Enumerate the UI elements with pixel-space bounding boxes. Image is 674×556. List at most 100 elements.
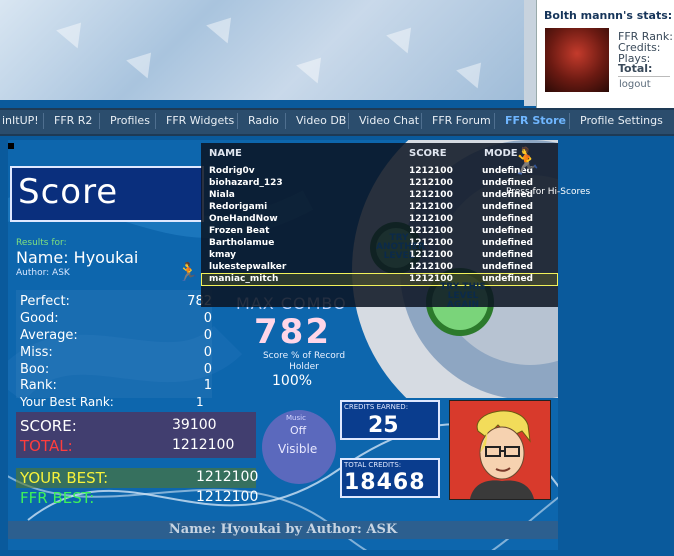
music-state: Off — [290, 424, 307, 437]
user-avatar[interactable] — [545, 28, 609, 92]
hi-score-row: biohazard_123 1212100 undefined — [201, 178, 558, 190]
rank-label: Rank: — [20, 378, 57, 393]
ffr-best-value: 1212100 — [196, 489, 259, 505]
nav-item-ffr-store[interactable]: FFR Store — [505, 114, 566, 127]
your-best-label: YOUR BEST: — [20, 469, 109, 487]
hi-score-mode: undefined — [482, 238, 533, 248]
hi-score-mode: undefined — [482, 250, 533, 260]
miss-label: Miss: — [20, 345, 53, 360]
column-header-name: NAME — [209, 148, 242, 159]
total-credits-label: TOTAL CREDITS: — [344, 461, 402, 469]
hi-score-score: 1212100 — [409, 178, 453, 188]
header-banner — [0, 0, 524, 100]
main-nav: inItUP! FFR R2 Profiles FFR Widgets Radi… — [0, 108, 674, 136]
hi-score-name: maniac_mitch — [209, 274, 279, 284]
hi-score-score: 1212100 — [409, 214, 453, 224]
user-stats-title: Bolth mannn's stats: — [544, 9, 673, 22]
hi-score-row: maniac_mitch 1212100 undefined — [201, 274, 558, 286]
nav-divider — [421, 113, 422, 129]
hi-score-row: OneHandNow 1212100 undefined — [201, 214, 558, 226]
hi-score-mode: undefined — [482, 214, 533, 224]
average-label: Average: — [20, 328, 78, 343]
rank-value: 1 — [203, 378, 212, 393]
hi-score-name: Redorigami — [209, 202, 268, 212]
miss-value: 0 — [203, 345, 212, 360]
best-rank-value: 1 — [196, 395, 204, 409]
hi-score-score: 1212100 — [409, 190, 453, 200]
hi-score-row: lukestepwalker 1212100 undefined — [201, 262, 558, 274]
results-for-label: Results for: — [16, 238, 67, 248]
footer-song-info: Name: Hyoukai by Author: ASK — [168, 522, 398, 537]
runner-icon: 🏃 — [177, 262, 200, 283]
record-pct-label: Score % of Record Holder — [262, 351, 346, 372]
total-label: Total: — [618, 62, 653, 75]
max-combo-value: 782 — [254, 312, 331, 352]
try-again-button[interactable]: TRY THIS LEVEL AGAIN — [430, 283, 496, 310]
boo-label: Boo: — [20, 362, 50, 377]
record-pct-value: 100% — [272, 373, 313, 389]
logout-link[interactable]: logout — [619, 79, 651, 90]
best-rank-label: Your Best Rank: — [20, 395, 114, 409]
nav-item-ffr-forum[interactable]: FFR Forum — [432, 114, 491, 127]
nav-item-profile-settings[interactable]: Profile Settings — [580, 114, 663, 127]
hi-score-name: kmay — [209, 250, 237, 260]
nav-divider — [569, 113, 570, 129]
nav-divider — [237, 113, 238, 129]
character-portrait — [449, 400, 551, 500]
column-header-score: SCORE — [409, 148, 447, 159]
hi-score-score: 1212100 — [409, 262, 453, 272]
nav-divider — [155, 113, 156, 129]
hi-score-row: Rodrig0v 1212100 undefined — [201, 166, 558, 178]
hi-score-name: biohazard_123 — [209, 178, 283, 188]
hi-score-score: 1212100 — [409, 166, 453, 176]
score-title: Score — [18, 172, 119, 212]
hi-scores-button[interactable]: Press for Hi-Scores — [506, 188, 590, 197]
total-credits-value: 18468 — [344, 470, 426, 495]
music-label: Music — [286, 414, 306, 422]
hi-score-name: Rodrig0v — [209, 166, 255, 176]
nav-divider — [494, 113, 495, 129]
average-value: 0 — [203, 328, 212, 343]
nav-item-profiles[interactable]: Profiles — [110, 114, 150, 127]
hi-score-mode: undefined — [482, 202, 533, 212]
good-value: 0 — [203, 311, 212, 326]
hi-score-mode: undefined — [482, 262, 533, 272]
nav-item-ffr-widgets[interactable]: FFR Widgets — [166, 114, 234, 127]
song-name: Name: Hyoukai — [16, 248, 139, 267]
hi-score-name: Frozen Beat — [209, 226, 270, 236]
hi-score-name: lukestepwalker — [209, 262, 287, 272]
hi-score-name: Niala — [209, 190, 235, 200]
hi-score-score: 1212100 — [409, 202, 453, 212]
nav-divider — [43, 113, 44, 129]
ffr-best-label: FFR BEST: — [20, 489, 95, 507]
score-value: 39100 — [172, 417, 217, 433]
hi-score-row: Redorigami 1212100 undefined — [201, 202, 558, 214]
song-author: Author: ASK — [16, 268, 70, 278]
try-another-level-button[interactable]: TRY ANOTHER LEVEL — [376, 234, 425, 261]
nav-item-video-db[interactable]: Video DB — [296, 114, 346, 127]
hi-score-mode: undefined — [482, 226, 533, 236]
nav-item-ffr-r2[interactable]: FFR R2 — [54, 114, 92, 127]
nav-divider — [285, 113, 286, 129]
nav-item-video-chat[interactable]: Video Chat — [359, 114, 419, 127]
header-spacer — [524, 0, 536, 106]
stats-divider — [618, 76, 670, 77]
corner-marker — [8, 143, 14, 149]
score-label: SCORE: — [20, 417, 77, 435]
total-value: 1212100 — [172, 437, 235, 453]
nav-divider — [99, 113, 100, 129]
credits-earned-label: CREDITS EARNED: — [344, 403, 409, 411]
your-best-value: 1212100 — [196, 469, 259, 485]
perfect-label: Perfect: — [20, 294, 70, 309]
hi-score-name: Bartholamue — [209, 238, 275, 248]
good-label: Good: — [20, 311, 59, 326]
total-label: TOTAL: — [20, 437, 73, 455]
nav-item-initup[interactable]: inItUP! — [2, 114, 39, 127]
visible-toggle[interactable]: Visible — [278, 442, 317, 456]
boo-value: 0 — [203, 362, 212, 377]
nav-item-radio[interactable]: Radio — [248, 114, 279, 127]
credits-earned-value: 25 — [368, 413, 399, 438]
hi-score-name: OneHandNow — [209, 214, 278, 224]
nav-divider — [348, 113, 349, 129]
runner-hiscores-icon[interactable]: 🏃 — [510, 147, 542, 177]
